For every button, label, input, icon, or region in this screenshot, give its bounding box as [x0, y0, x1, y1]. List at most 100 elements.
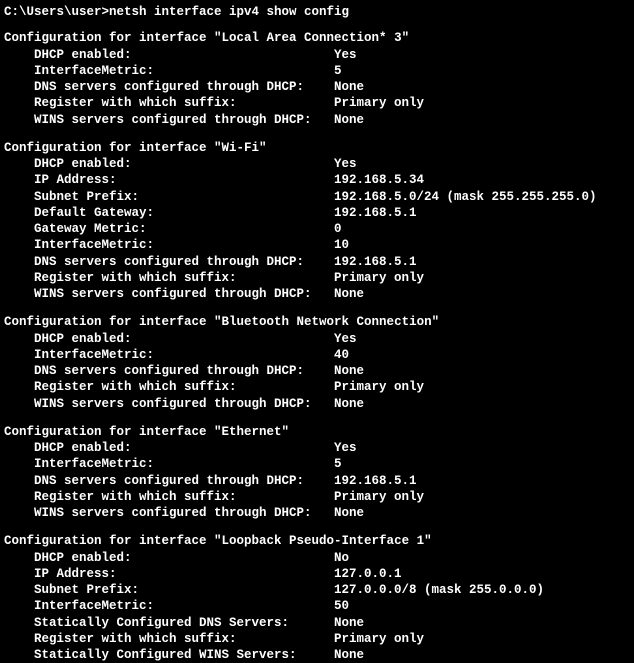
config-row: Statically Configured DNS Servers:None — [4, 615, 630, 631]
config-key: DHCP enabled: — [4, 440, 334, 456]
config-row: InterfaceMetric:40 — [4, 347, 630, 363]
config-value: 40 — [334, 347, 630, 363]
config-row: WINS servers configured through DHCP:Non… — [4, 286, 630, 302]
interface-header: Configuration for interface "Bluetooth N… — [4, 314, 630, 330]
config-value: 127.0.0.0/8 (mask 255.0.0.0) — [334, 582, 630, 598]
config-key: IP Address: — [4, 566, 334, 582]
config-key: InterfaceMetric: — [4, 598, 334, 614]
config-key: WINS servers configured through DHCP: — [4, 112, 334, 128]
interface-header: Configuration for interface "Wi-Fi" — [4, 140, 630, 156]
config-key: WINS servers configured through DHCP: — [4, 396, 334, 412]
config-value: 192.168.5.1 — [334, 473, 630, 489]
interface-header: Configuration for interface "Local Area … — [4, 30, 630, 46]
config-row: InterfaceMetric:5 — [4, 456, 630, 472]
config-key: Register with which suffix: — [4, 631, 334, 647]
config-row: Subnet Prefix:192.168.5.0/24 (mask 255.2… — [4, 189, 630, 205]
config-value: Primary only — [334, 489, 630, 505]
config-row: Register with which suffix:Primary only — [4, 489, 630, 505]
config-value: No — [334, 550, 630, 566]
config-row: DNS servers configured through DHCP:192.… — [4, 473, 630, 489]
config-key: Default Gateway: — [4, 205, 334, 221]
config-value: 192.168.5.34 — [334, 172, 630, 188]
config-row: Register with which suffix:Primary only — [4, 631, 630, 647]
config-key: IP Address: — [4, 172, 334, 188]
config-row: DHCP enabled:Yes — [4, 156, 630, 172]
config-value: None — [334, 505, 630, 521]
config-row: InterfaceMetric:5 — [4, 63, 630, 79]
config-row: InterfaceMetric:50 — [4, 598, 630, 614]
config-key: Statically Configured DNS Servers: — [4, 615, 334, 631]
config-value: None — [334, 286, 630, 302]
config-row: Statically Configured WINS Servers:None — [4, 647, 630, 663]
config-row: DNS servers configured through DHCP:None — [4, 79, 630, 95]
config-row: Subnet Prefix:127.0.0.0/8 (mask 255.0.0.… — [4, 582, 630, 598]
config-key: DNS servers configured through DHCP: — [4, 473, 334, 489]
config-row: DHCP enabled:Yes — [4, 331, 630, 347]
config-value: 5 — [334, 63, 630, 79]
config-key: DNS servers configured through DHCP: — [4, 254, 334, 270]
config-value: 192.168.5.0/24 (mask 255.255.255.0) — [334, 189, 630, 205]
config-key: DNS servers configured through DHCP: — [4, 79, 334, 95]
config-row: DHCP enabled:Yes — [4, 440, 630, 456]
config-row: DNS servers configured through DHCP:192.… — [4, 254, 630, 270]
interface-header: Configuration for interface "Ethernet" — [4, 424, 630, 440]
config-row: WINS servers configured through DHCP:Non… — [4, 505, 630, 521]
interface-header: Configuration for interface "Loopback Ps… — [4, 533, 630, 549]
config-row: DHCP enabled:No — [4, 550, 630, 566]
config-key: DHCP enabled: — [4, 331, 334, 347]
config-key: WINS servers configured through DHCP: — [4, 286, 334, 302]
config-key: Register with which suffix: — [4, 95, 334, 111]
config-value: None — [334, 363, 630, 379]
config-key: Statically Configured WINS Servers: — [4, 647, 334, 663]
config-value: 10 — [334, 237, 630, 253]
config-value: Primary only — [334, 270, 630, 286]
config-value: Yes — [334, 47, 630, 63]
config-key: Gateway Metric: — [4, 221, 334, 237]
config-key: DHCP enabled: — [4, 47, 334, 63]
config-value: 0 — [334, 221, 630, 237]
config-key: Subnet Prefix: — [4, 582, 334, 598]
config-key: DNS servers configured through DHCP: — [4, 363, 334, 379]
config-key: Register with which suffix: — [4, 379, 334, 395]
config-value: 5 — [334, 456, 630, 472]
config-value: None — [334, 647, 630, 663]
config-row: Default Gateway:192.168.5.1 — [4, 205, 630, 221]
config-row: Register with which suffix:Primary only — [4, 270, 630, 286]
config-value: None — [334, 615, 630, 631]
config-row: Gateway Metric:0 — [4, 221, 630, 237]
config-key: InterfaceMetric: — [4, 456, 334, 472]
config-row: WINS servers configured through DHCP:Non… — [4, 112, 630, 128]
config-row: IP Address:127.0.0.1 — [4, 566, 630, 582]
config-value: Primary only — [334, 631, 630, 647]
config-value: 192.168.5.1 — [334, 254, 630, 270]
config-row: DHCP enabled:Yes — [4, 47, 630, 63]
config-row: InterfaceMetric:10 — [4, 237, 630, 253]
config-key: WINS servers configured through DHCP: — [4, 505, 334, 521]
config-key: InterfaceMetric: — [4, 347, 334, 363]
config-value: 127.0.0.1 — [334, 566, 630, 582]
config-row: Register with which suffix:Primary only — [4, 379, 630, 395]
config-key: Register with which suffix: — [4, 489, 334, 505]
config-row: WINS servers configured through DHCP:Non… — [4, 396, 630, 412]
config-key: DHCP enabled: — [4, 156, 334, 172]
config-value: Yes — [334, 440, 630, 456]
config-value: None — [334, 112, 630, 128]
config-value: Yes — [334, 156, 630, 172]
prompt-line[interactable]: C:\Users\user>netsh interface ipv4 show … — [4, 4, 630, 20]
config-row: Register with which suffix:Primary only — [4, 95, 630, 111]
config-key: InterfaceMetric: — [4, 63, 334, 79]
config-value: Yes — [334, 331, 630, 347]
config-row: DNS servers configured through DHCP:None — [4, 363, 630, 379]
config-value: 192.168.5.1 — [334, 205, 630, 221]
config-value: None — [334, 396, 630, 412]
config-value: None — [334, 79, 630, 95]
command-output: Configuration for interface "Local Area … — [4, 30, 630, 663]
config-value: Primary only — [334, 95, 630, 111]
config-row: IP Address:192.168.5.34 — [4, 172, 630, 188]
config-value: 50 — [334, 598, 630, 614]
config-key: Subnet Prefix: — [4, 189, 334, 205]
config-key: Register with which suffix: — [4, 270, 334, 286]
config-key: InterfaceMetric: — [4, 237, 334, 253]
config-key: DHCP enabled: — [4, 550, 334, 566]
config-value: Primary only — [334, 379, 630, 395]
